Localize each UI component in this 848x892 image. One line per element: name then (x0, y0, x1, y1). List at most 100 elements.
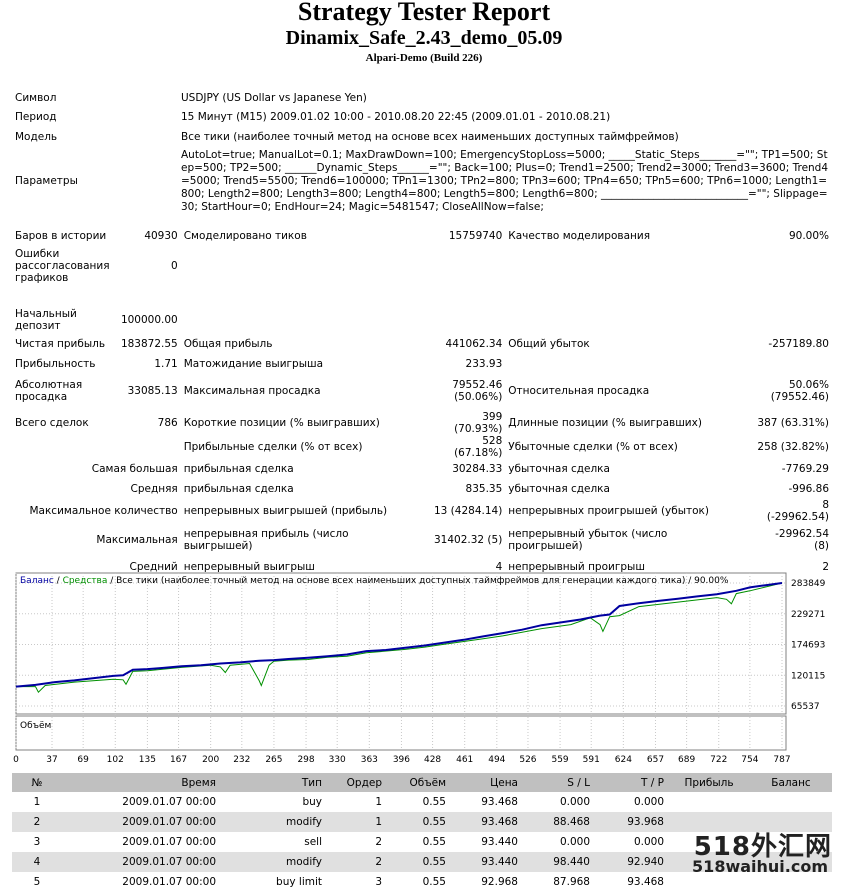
trades-label: Всего сделок (15, 417, 89, 429)
column-header: № (12, 773, 62, 792)
symbol-label: Символ (15, 91, 57, 104)
x-tick-label: 200 (202, 755, 219, 765)
win-value: 528 (67.18%) (454, 435, 503, 459)
period-label: Период (15, 111, 57, 123)
x-tick-label: 722 (710, 755, 727, 765)
model-label: Модель (15, 131, 58, 143)
loss-label: Убыточные сделки (% от всех) (508, 441, 678, 453)
maxcons-lossamt-label: непрерывный убыток (число проигрышей) (508, 527, 668, 552)
table-cell: 2009.01.07 00:00 (62, 792, 220, 812)
info-table: Символ USDJPY (US Dollar vs Japanese Yen)… (12, 88, 832, 215)
x-tick-label: 494 (488, 755, 505, 765)
avg-win-value: 835.35 (465, 483, 503, 495)
period-value: 15 Минут (M15) 2009.01.02 10:00 - 2010.0… (181, 111, 611, 123)
x-tick-label: 167 (170, 755, 187, 765)
abs-dd-label: Абсолютная просадка (15, 378, 83, 403)
table-cell: 92.940 (594, 852, 668, 872)
table-cell: modify (220, 812, 326, 832)
x-tick-label: 461 (456, 755, 473, 765)
table-cell: 2 (326, 852, 386, 872)
abs-dd-value: 33085.13 (127, 384, 178, 397)
column-header: Время (62, 773, 220, 792)
table-cell: 0.55 (386, 812, 450, 832)
largest-win-label: прибыльная сделка (183, 463, 294, 475)
legend-rest: / Все тики (наиболее точный метод на осн… (107, 576, 729, 586)
avg-loss-value: -996.86 (788, 483, 829, 495)
avg-loss-label: убыточная сделка (508, 483, 610, 495)
model-value: Все тики (наиболее точный метод на основ… (181, 131, 679, 143)
avg-win-label: прибыльная сделка (183, 483, 294, 495)
maxcons-lossamt-value: -29962.54 (8) (775, 527, 829, 552)
x-tick-label: 102 (107, 755, 124, 765)
maxcons-loss-value: 8 (-29962.54) (766, 499, 829, 523)
x-tick-label: 0 (13, 755, 19, 765)
params-value: AutoLot=true; ManualLot=0.1; MaxDrawDown… (181, 148, 829, 213)
y-tick-label: 120115 (791, 671, 825, 681)
table-row: 1 2009.01.07 00:00 buy 1 0.55 93.468 0.000 0.00… (12, 792, 832, 812)
maxcons-loss-label: непрерывных проигрышей (убыток) (508, 505, 709, 517)
mismatch-label: Ошибки рассогласования графиков (15, 248, 110, 284)
largest-loss-value: -7769.29 (781, 463, 829, 475)
x-tick-label: 396 (393, 755, 410, 765)
table-cell: 0.000 (522, 832, 594, 852)
net-label: Чистая прибыль (15, 338, 106, 350)
table-cell: 2009.01.07 00:00 (62, 852, 220, 872)
largest-label: Самая большая (91, 463, 178, 475)
table-cell: 93.468 (450, 792, 522, 812)
table-cell (668, 792, 750, 812)
bars-value: 40930 (144, 230, 178, 242)
avg-label: Средняя (130, 483, 178, 495)
report-title: Strategy Tester Report (297, 0, 551, 26)
maxcons-win-label: непрерывных выигрышей (прибыль) (183, 505, 388, 517)
table-cell: 2009.01.07 00:00 (62, 832, 220, 852)
table-cell: buy limit (220, 872, 326, 892)
table-cell: buy (220, 792, 326, 812)
payoff-label: Матожидание выигрыша (183, 358, 324, 370)
gross-loss-label: Общий убыток (508, 338, 590, 350)
table-cell: 5 (12, 872, 62, 892)
short-value: 399 (70.93%) (454, 411, 503, 435)
params-label: Параметры (15, 175, 78, 187)
x-tick-label: 330 (329, 755, 346, 765)
table-cell: 4 (12, 852, 62, 872)
rel-dd-value: 50.06% (79552.46) (770, 378, 829, 403)
legend-equity: Средства (63, 576, 108, 586)
x-tick-label: 298 (297, 755, 314, 765)
table-cell: 0.55 (386, 872, 450, 892)
long-label: Длинные позиции (% выигравших) (508, 417, 702, 429)
x-tick-label: 624 (615, 755, 632, 765)
table-cell: 0.55 (386, 792, 450, 812)
column-header: Прибыль (668, 773, 750, 792)
y-tick-label: 229271 (791, 610, 825, 620)
table-cell: 93.968 (594, 812, 668, 832)
table-cell: 2009.01.07 00:00 (62, 812, 220, 832)
net-value: 183872.55 (120, 338, 178, 350)
maxcons-profit-value: 31402.32 (5) (433, 533, 503, 546)
table-cell: 0.000 (594, 792, 668, 812)
column-header: Цена (450, 773, 522, 792)
table-cell: 1 (326, 812, 386, 832)
payoff-value: 233.93 (465, 358, 503, 370)
table-cell: 88.468 (522, 812, 594, 832)
column-header: Баланс (750, 773, 832, 792)
trades-value: 786 (157, 417, 178, 429)
x-tick-label: 689 (678, 755, 695, 765)
x-tick-label: 657 (647, 755, 664, 765)
loss-value: 258 (32.82%) (757, 441, 829, 453)
x-tick-label: 754 (741, 755, 758, 765)
volume-label: Объём (20, 721, 51, 731)
x-tick-label: 265 (265, 755, 282, 765)
table-cell: 92.968 (450, 872, 522, 892)
table-cell: 2 (326, 832, 386, 852)
table-cell: 93.440 (450, 852, 522, 872)
quality-value: 90.00% (788, 230, 829, 242)
server-name: Alpari-Demo (Build 226) (365, 52, 483, 64)
table-cell: 98.440 (522, 852, 594, 872)
x-tick-label: 591 (583, 755, 600, 765)
x-tick-label: 363 (361, 755, 378, 765)
svg-text:Баланс / Средства / Все тики (: Баланс / Средства / Все тики (наиболее т… (20, 576, 729, 586)
pf-label: Прибыльность (15, 358, 96, 370)
gross-loss-value: -257189.80 (768, 338, 829, 350)
table-cell: 0.55 (386, 852, 450, 872)
x-tick-label: 526 (519, 755, 536, 765)
